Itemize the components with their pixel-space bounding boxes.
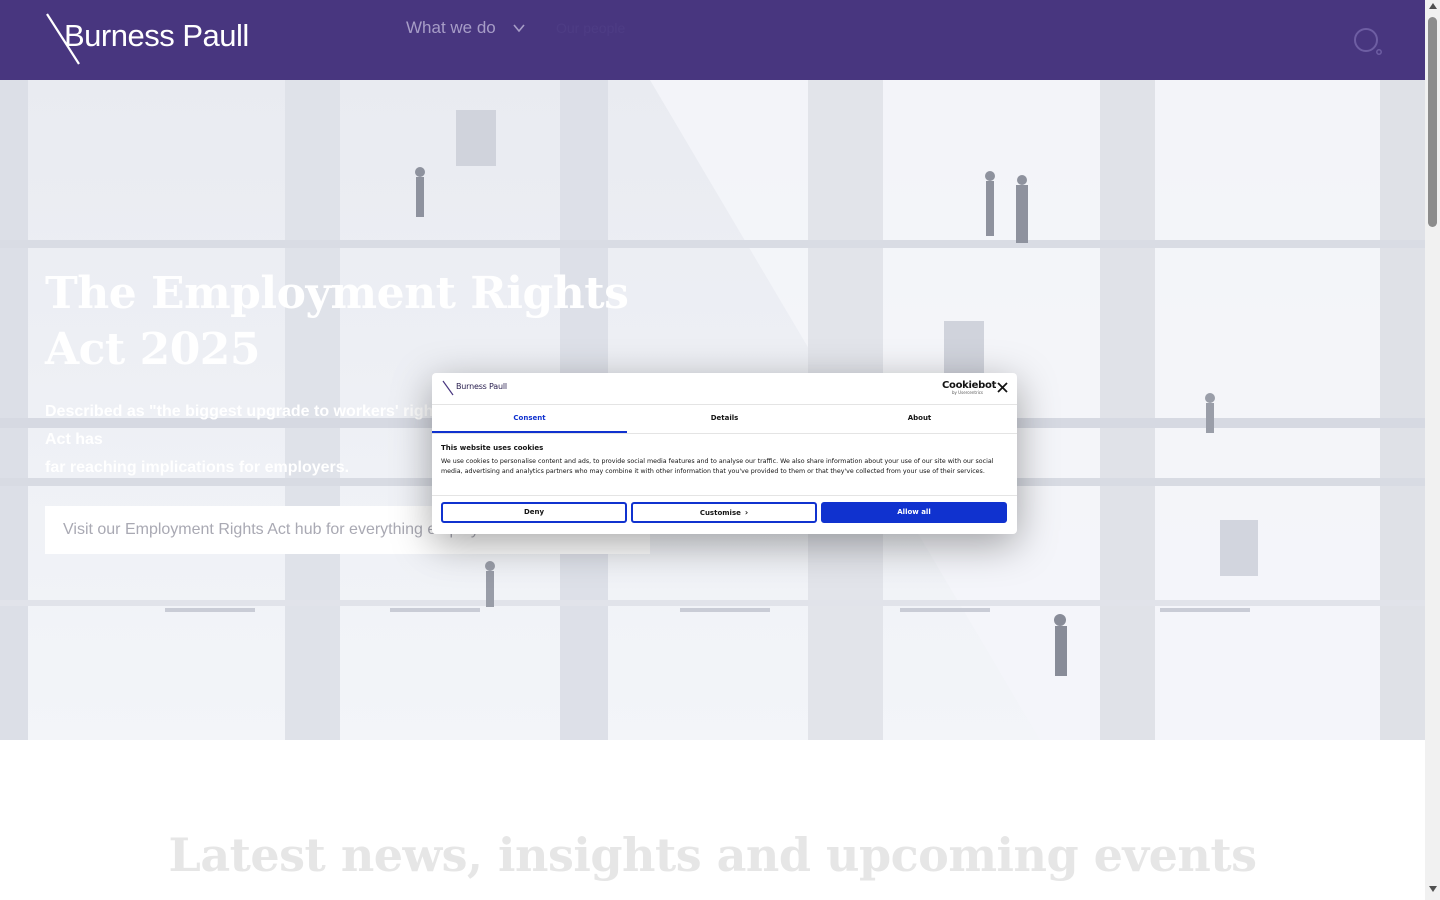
customise-button[interactable]: Customise ›: [631, 502, 817, 523]
search-icon[interactable]: [1352, 26, 1384, 58]
tab-consent[interactable]: Consent: [432, 405, 627, 433]
logo-slash-icon: [442, 380, 454, 396]
cookie-consent-dialog: Burness Paull Cookiebot by Usercentrics …: [432, 373, 1017, 534]
cookie-dialog-logo-text: Burness Paull: [456, 382, 507, 391]
chevron-right-icon: ›: [744, 508, 749, 517]
nav-what-we-do[interactable]: What we do: [406, 18, 526, 38]
page-scrollbar[interactable]: [1425, 0, 1440, 900]
site-header: Burness Paull What we do Our people: [0, 0, 1425, 80]
tab-details[interactable]: Details: [627, 405, 822, 433]
nav-what-we-do-label: What we do: [406, 18, 496, 37]
scroll-up-arrow-icon[interactable]: [1429, 3, 1437, 9]
cookie-dialog-heading: This website uses cookies: [441, 444, 544, 452]
allow-all-button[interactable]: Allow all: [821, 502, 1007, 523]
burness-paull-logo[interactable]: Burness Paull: [45, 12, 249, 66]
tab-about[interactable]: About: [822, 405, 1017, 433]
close-icon[interactable]: [996, 381, 1009, 394]
cookie-dialog-divider: [432, 495, 1017, 496]
customise-button-label: Customise: [699, 509, 741, 517]
scrollbar-thumb[interactable]: [1428, 17, 1437, 227]
nav-our-people[interactable]: Our people: [556, 20, 625, 36]
hero-title: The Employment Rights Act 2025: [45, 266, 665, 378]
scroll-down-arrow-icon[interactable]: [1429, 886, 1437, 892]
cookie-dialog-body: This website uses cookies We use cookies…: [441, 444, 1009, 477]
hero-title-line-2: Act 2025: [45, 324, 261, 375]
latest-news-heading: Latest news, insights and upcoming event…: [168, 828, 1257, 882]
cookie-dialog-text: We use cookies to personalise content an…: [441, 458, 994, 475]
cookiebot-subtext: by Usercentrics: [952, 390, 984, 395]
deny-button[interactable]: Deny: [441, 502, 627, 523]
logo-text: Burness Paull: [64, 18, 249, 53]
cookie-dialog-tabs: Consent Details About: [432, 405, 1017, 434]
hero-title-line-1: The Employment Rights: [45, 268, 629, 319]
cookie-dialog-header: Burness Paull Cookiebot by Usercentrics: [432, 373, 1017, 405]
chevron-down-icon: [513, 24, 525, 33]
cookie-dialog-logo: Burness Paull: [442, 380, 507, 396]
